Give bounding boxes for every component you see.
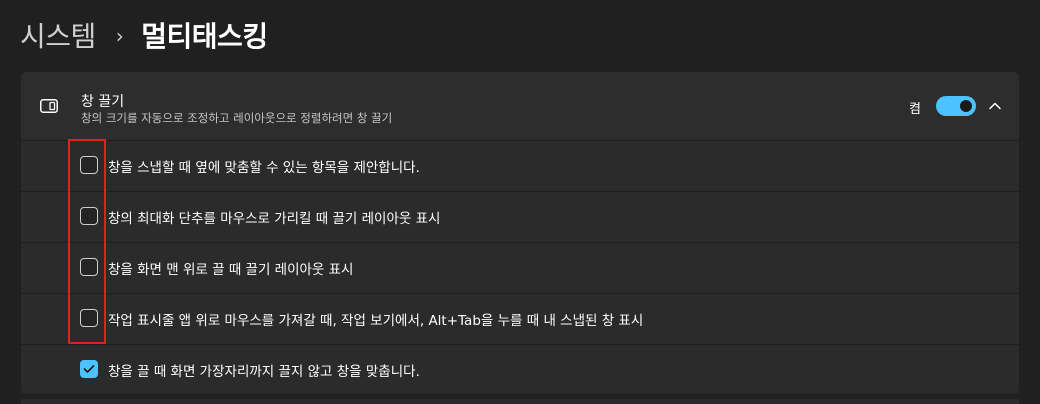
snap-windows-header[interactable]: 창 끌기 창의 크기를 자동으로 조정하고 레이아웃으로 정렬하려면 창 끌기 … [21,72,1019,141]
option-row-drag-top[interactable]: 창을 화면 맨 위로 끌 때 끌기 레이아웃 표시 [21,243,1019,294]
option-row-snap-edge[interactable]: 창을 끌 때 화면 가장자리까지 끌지 않고 창을 맞춥니다. [21,345,1019,394]
toggle-state-label: 켬 [909,102,921,117]
snap-windows-panel: 창 끌기 창의 크기를 자동으로 조정하고 레이아웃으로 정렬하려면 창 끌기 … [21,72,1019,394]
option-label: 창을 스냅할 때 옆에 맞춤할 수 있는 항목을 제안합니다. [108,160,420,176]
checkmark-icon [83,365,95,373]
checkbox-snap-edge[interactable] [80,360,98,378]
annotation-highlight-box [68,139,106,344]
option-label: 창을 끌 때 화면 가장자리까지 끌지 않고 창을 맞춥니다. [108,364,420,380]
next-panel-edge [21,399,1019,404]
page-title: 멀티태스킹 [141,20,268,53]
option-label: 작업 표시줄 앱 위로 마우스를 가져갈 때, 작업 보기에서, Alt+Tab… [108,313,644,329]
chevron-up-icon[interactable] [987,98,1003,114]
snap-window-icon [40,99,58,113]
breadcrumb-separator: › [115,24,124,48]
snap-subtitle: 창의 크기를 자동으로 조정하고 레이아웃으로 정렬하려면 창 끌기 [81,111,393,125]
snap-toggle[interactable] [936,96,976,116]
option-label: 창의 최대화 단추를 마우스로 가리킬 때 끌기 레이아웃 표시 [108,211,441,227]
breadcrumb-system[interactable]: 시스템 [20,15,96,55]
option-row-snap-groups[interactable]: 작업 표시줄 앱 위로 마우스를 가져갈 때, 작업 보기에서, Alt+Tab… [21,294,1019,345]
option-row-maximize-hover[interactable]: 창의 최대화 단추를 마우스로 가리킬 때 끌기 레이아웃 표시 [21,192,1019,243]
snap-title: 창 끌기 [81,94,125,110]
option-row-suggest[interactable]: 창을 스냅할 때 옆에 맞춤할 수 있는 항목을 제안합니다. [21,141,1019,192]
breadcrumb: 시스템 › 멀티태스킹 [20,14,268,56]
option-label: 창을 화면 맨 위로 끌 때 끌기 레이아웃 표시 [108,262,354,278]
toggle-knob [960,100,972,112]
